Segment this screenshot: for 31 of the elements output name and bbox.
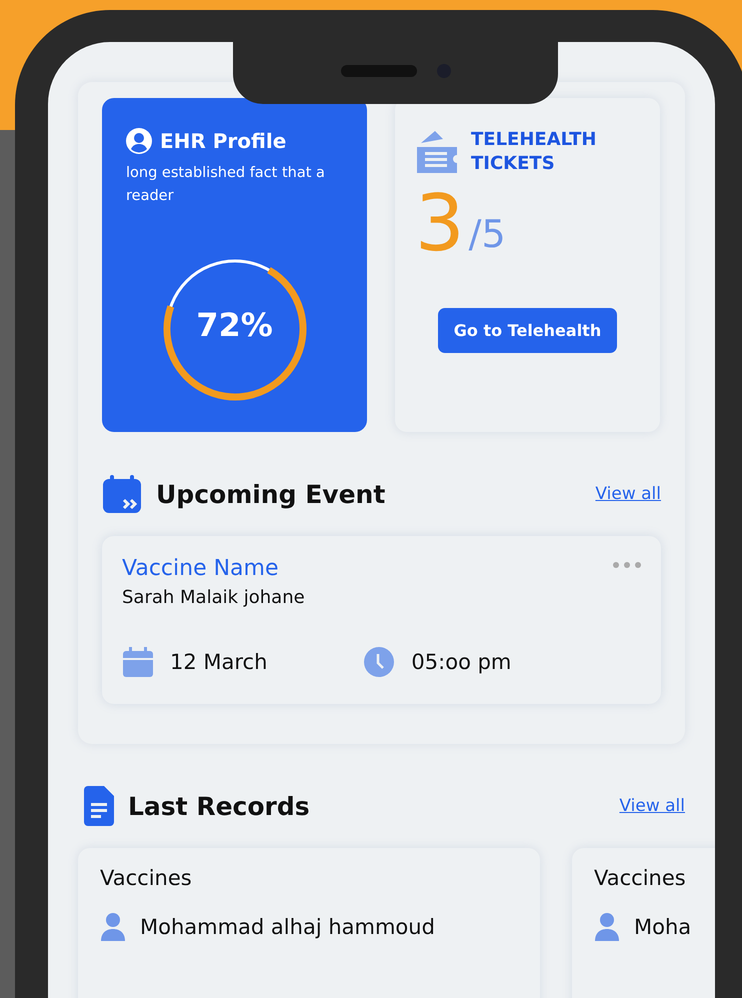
event-time: 05:oo pm: [411, 650, 512, 674]
record-card[interactable]: Vaccines Moha: [572, 848, 715, 998]
event-date: 12 March: [170, 650, 268, 674]
view-all-link[interactable]: View all: [619, 796, 685, 816]
record-type: Vaccines: [100, 866, 193, 890]
record-person: Mohammad alhaj hammoud: [140, 915, 435, 939]
section-title: Last Records: [128, 792, 311, 820]
progress-percentage: 72%: [195, 306, 274, 344]
profile-description: long established fact that a reader: [126, 164, 326, 206]
clock-icon: [363, 646, 396, 678]
calendar-icon: [122, 646, 154, 678]
go-to-telehealth-button[interactable]: Go to Telehealth: [438, 308, 618, 353]
telehealth-title: TELEHEALTH: [471, 129, 596, 150]
record-person: Moha: [634, 915, 692, 939]
person-icon: [100, 912, 126, 942]
speaker-icon: [340, 65, 416, 77]
tickets-total: /5: [468, 212, 506, 256]
calendar-icon: [102, 474, 142, 514]
record-card[interactable]: Vaccines Mohammad alhaj hammoud: [78, 848, 540, 998]
section-title: Upcoming Event: [156, 480, 386, 508]
view-all-link[interactable]: View all: [595, 484, 661, 504]
telehealth-title: TICKETS: [471, 153, 555, 174]
document-icon: [84, 786, 114, 826]
profile-title: EHR Profile: [160, 129, 286, 153]
person-icon: [594, 912, 620, 942]
record-type: Vaccines: [594, 866, 687, 890]
event-name: Vaccine Name: [122, 556, 279, 581]
tickets-used: 3: [415, 180, 465, 268]
more-icon[interactable]: [613, 562, 641, 568]
event-person: Sarah Malaik johane: [122, 587, 306, 608]
user-icon: [126, 128, 152, 154]
